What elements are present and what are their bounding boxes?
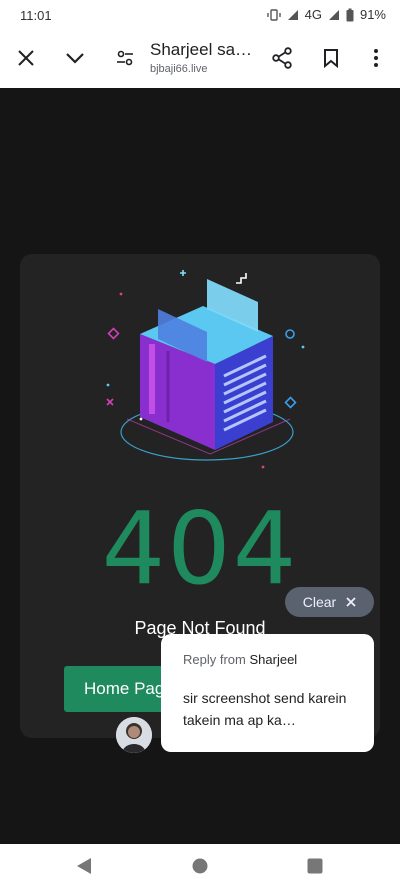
signal-2-icon	[328, 9, 339, 20]
more-vert-icon[interactable]	[358, 40, 394, 76]
server-building-illustration	[106, 270, 305, 469]
battery-icon	[346, 8, 354, 21]
reply-sender: Sharjeel	[249, 652, 298, 667]
vibrate-icon	[266, 8, 281, 21]
share-icon[interactable]	[264, 40, 300, 76]
reply-from: Reply from Sharjeel	[183, 652, 374, 667]
page-title-block[interactable]: Sharjeel sa… bjbaji66.live	[150, 40, 270, 75]
battery-level: 91%	[359, 7, 386, 22]
status-time: 11:01	[20, 8, 52, 23]
status-icons: 4G 91%	[266, 7, 386, 22]
status-bar: 11:01 4G 91%	[0, 0, 400, 30]
page-title: Sharjeel sa…	[150, 40, 253, 59]
clear-label: Clear	[302, 594, 337, 610]
chat-head-avatar[interactable]	[116, 717, 152, 753]
browser-toolbar: Sharjeel sa… bjbaji66.live	[0, 30, 400, 88]
close-small-icon	[346, 597, 356, 607]
signal-icon	[287, 9, 298, 20]
close-icon[interactable]	[8, 40, 44, 76]
bookmark-icon[interactable]	[313, 40, 349, 76]
back-nav-icon[interactable]	[75, 857, 93, 875]
settings-sliders-icon[interactable]	[107, 40, 143, 76]
clear-button[interactable]: Clear	[285, 587, 374, 617]
chat-reply-bubble[interactable]: Reply from Sharjeel sir screenshot send …	[161, 634, 374, 752]
network-type: 4G	[304, 7, 322, 22]
page-url: bjbaji66.live	[150, 63, 208, 75]
system-nav-bar	[0, 844, 400, 888]
reply-prefix: Reply from	[183, 652, 246, 667]
chevron-down-icon[interactable]	[57, 40, 93, 76]
recents-nav-icon[interactable]	[307, 858, 323, 874]
home-nav-icon[interactable]	[191, 857, 209, 875]
reply-message: sir screenshot send karein takein ma ap …	[183, 690, 347, 728]
